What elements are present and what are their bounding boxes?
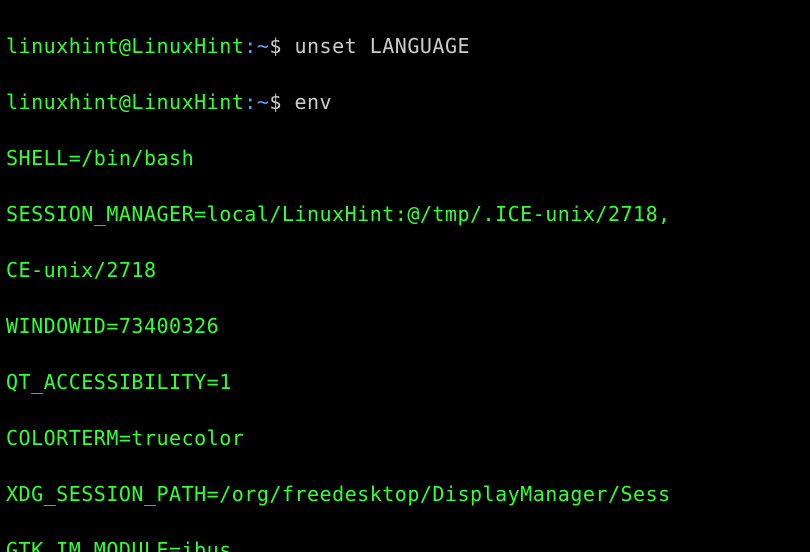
prompt-user-host: linuxhint@LinuxHint bbox=[6, 34, 244, 58]
prompt-separator: : bbox=[244, 34, 257, 58]
env-line: WINDOWID=73400326 bbox=[6, 312, 804, 340]
prompt-user-host: linuxhint@LinuxHint bbox=[6, 90, 244, 114]
prompt-path: ~ bbox=[257, 34, 270, 58]
prompt-line-2: linuxhint@LinuxHint:~$ env bbox=[6, 88, 804, 116]
env-line: QT_ACCESSIBILITY=1 bbox=[6, 368, 804, 396]
command-input: unset LANGUAGE bbox=[294, 34, 470, 58]
env-line: COLORTERM=truecolor bbox=[6, 424, 804, 452]
env-line: CE-unix/2718 bbox=[6, 256, 804, 284]
env-line: XDG_SESSION_PATH=/org/freedesktop/Displa… bbox=[6, 480, 804, 508]
prompt-symbol: $ bbox=[269, 34, 294, 58]
prompt-separator: : bbox=[244, 90, 257, 114]
command-input: env bbox=[294, 90, 332, 114]
prompt-symbol: $ bbox=[269, 90, 294, 114]
prompt-line-1: linuxhint@LinuxHint:~$ unset LANGUAGE bbox=[6, 32, 804, 60]
env-line: SESSION_MANAGER=local/LinuxHint:@/tmp/.I… bbox=[6, 200, 804, 228]
terminal-output[interactable]: linuxhint@LinuxHint:~$ unset LANGUAGE li… bbox=[6, 4, 804, 552]
env-line: SHELL=/bin/bash bbox=[6, 144, 804, 172]
env-line: GTK_IM_MODULE=ibus bbox=[6, 536, 804, 552]
prompt-path: ~ bbox=[257, 90, 270, 114]
